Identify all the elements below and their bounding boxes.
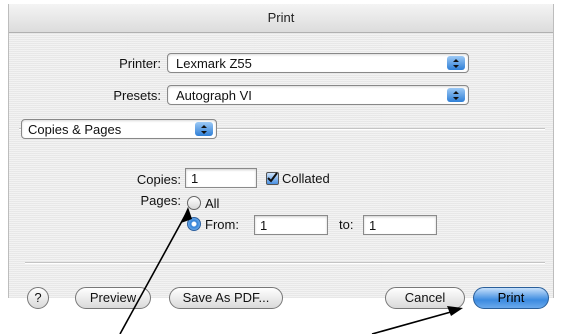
annotation-arrows [119,207,463,334]
arrow-to-all-radio-icon [119,207,192,334]
arrow-to-print-button-icon [371,306,463,334]
